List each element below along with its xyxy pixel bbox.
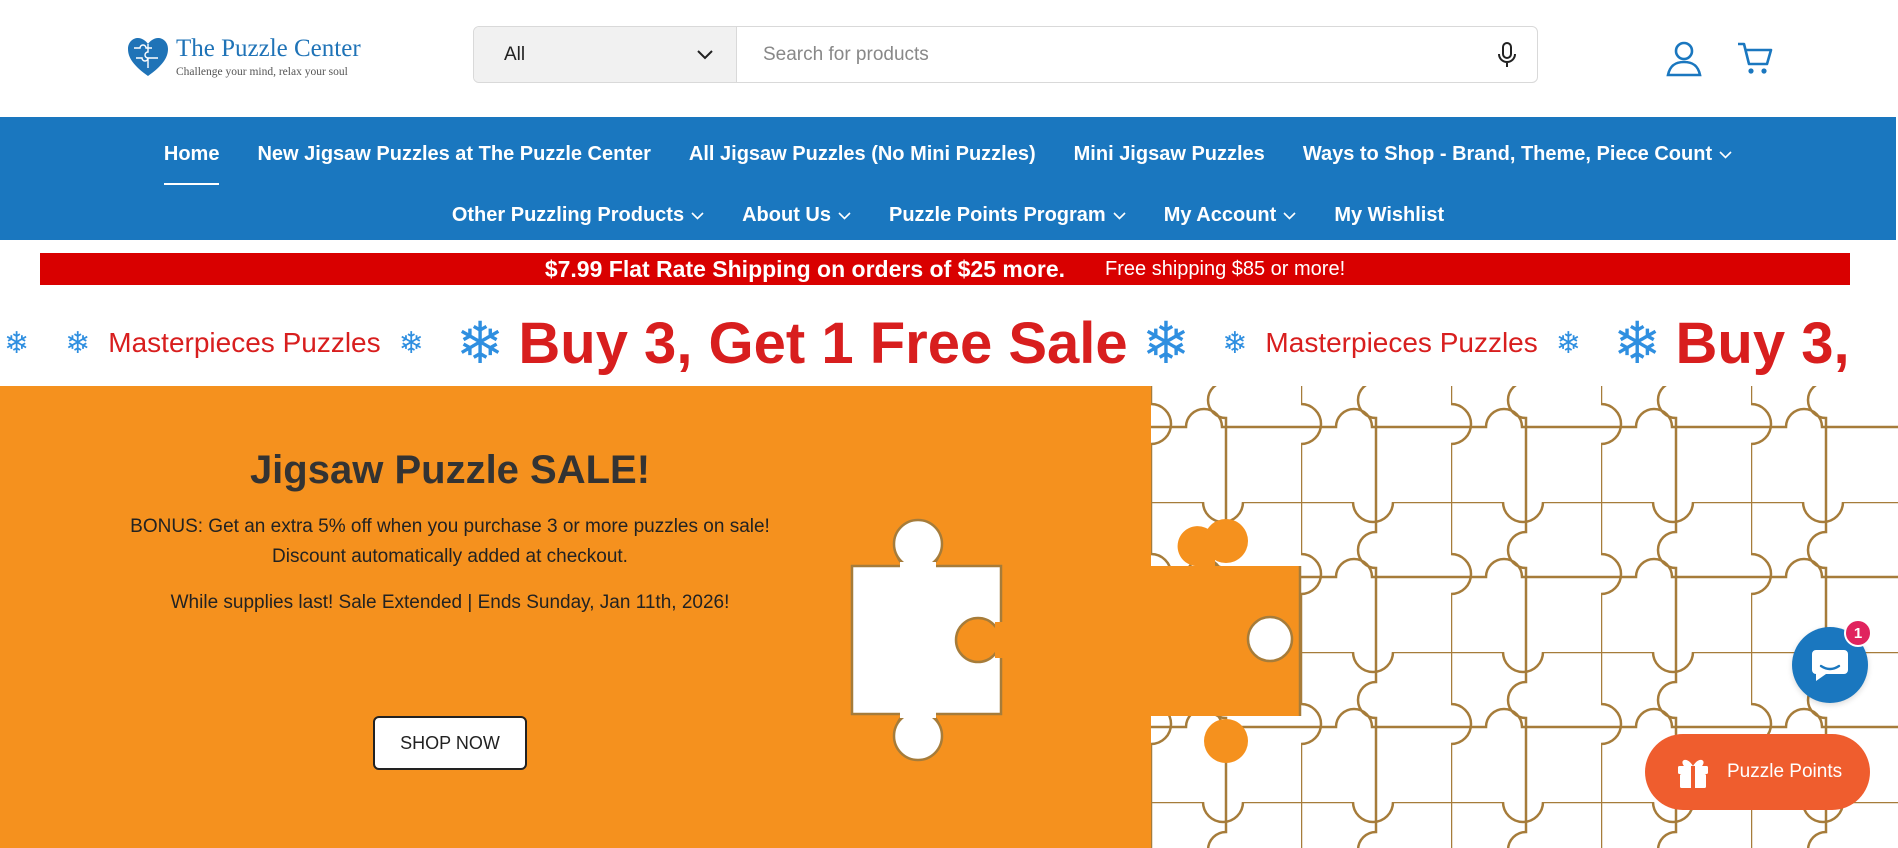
search-category-select[interactable]: All [474,27,737,82]
marquee-sale-text: Buy 3, Get 1 Free Sale [518,310,1128,376]
logo-title: The Puzzle Center [176,35,361,62]
marquee-track: ❄ ❄ Masterpieces Puzzles ❄ ❄ Buy 3, Get … [0,300,1850,386]
snowflake-icon: ❄ [1555,326,1581,360]
snowflake-icon: ❄ [65,326,91,360]
mic-icon[interactable] [1477,27,1537,82]
snowflake-icon: ❄ [455,311,505,376]
nav-item-all-jigsaw-puzzles[interactable]: All Jigsaw Puzzles (No Mini Puzzles) [670,137,1055,171]
snowflake-icon: ❄ [1222,326,1248,360]
search-category-value: All [504,43,526,65]
snowflake-icon: ❄ [1141,311,1191,376]
nav-item-new-jigsaw-puzzles[interactable]: New Jigsaw Puzzles at The Puzzle Center [238,137,669,171]
snowflake-icon: ❄ [1612,311,1662,376]
search-bar: All [473,26,1538,83]
shop-now-button[interactable]: SHOP NOW [373,716,527,770]
promo-marquee: ❄ ❄ Masterpieces Puzzles ❄ ❄ Buy 3, Get … [0,300,1898,386]
hero-banner: Jigsaw Puzzle SALE! BONUS: Get an extra … [0,386,1898,848]
puzzle-heart-logo-icon [128,38,168,76]
snowflake-icon: ❄ [398,326,424,360]
nav-row-1: Home New Jigsaw Puzzles at The Puzzle Ce… [0,137,1896,185]
puzzle-points-button[interactable]: Puzzle Points [1645,734,1870,810]
hero-title: Jigsaw Puzzle SALE! [249,448,651,492]
shipping-secondary-text: Free shipping $85 or more! [1105,257,1346,280]
gift-icon [1678,759,1708,788]
hero-bonus-label: BONUS [130,516,198,537]
logo[interactable]: The Puzzle Center Challenge your mind, r… [126,34,361,80]
chat-bubble-icon [1812,650,1848,681]
chevron-down-icon [1283,211,1296,220]
search-input[interactable] [737,27,1477,82]
chat-notification-badge: 1 [1844,619,1872,647]
site-header: The Puzzle Center Challenge your mind, r… [0,0,1898,117]
logo-tagline: Challenge your mind, relax your soul [176,66,348,78]
hero-bonus-text: BONUS: Get an extra 5% off when you purc… [130,512,770,572]
chevron-down-icon [691,211,704,220]
cart-icon[interactable] [1735,38,1775,78]
nav-item-other-puzzling-products[interactable]: Other Puzzling Products [433,198,723,232]
user-icon[interactable] [1664,38,1704,78]
nav-item-home[interactable]: Home [145,137,239,185]
marquee-masterpieces-text: Masterpieces Puzzles [1265,327,1538,358]
hero-sale-ends-text: While supplies last! Sale Extended | End… [170,592,730,613]
nav-item-about-us[interactable]: About Us [723,198,870,232]
chevron-down-icon [1113,211,1126,220]
hero-bonus-description: : Get an extra 5% off when you purchase … [197,516,770,567]
marquee-sale-text-clipped: Buy 3, [1675,310,1850,376]
nav-item-mini-jigsaw-puzzles[interactable]: Mini Jigsaw Puzzles [1055,137,1284,171]
nav-item-ways-to-shop[interactable]: Ways to Shop - Brand, Theme, Piece Count [1284,137,1751,171]
shipping-banner: $7.99 Flat Rate Shipping on orders of $2… [40,253,1850,285]
nav-row-2: Other Puzzling Products About Us Puzzle … [0,198,1896,232]
nav-item-puzzle-points-program[interactable]: Puzzle Points Program [870,198,1145,232]
nav-item-my-account[interactable]: My Account [1145,198,1316,232]
chevron-down-icon [1719,150,1732,159]
nav-item-my-wishlist[interactable]: My Wishlist [1315,198,1463,232]
shipping-main-text: $7.99 Flat Rate Shipping on orders of $2… [544,255,1066,282]
snowflake-icon: ❄ [4,326,30,360]
puzzle-points-label: Puzzle Points [1727,761,1843,782]
chevron-down-icon [838,211,851,220]
main-navigation: Home New Jigsaw Puzzles at The Puzzle Ce… [0,117,1896,240]
marquee-masterpieces-text: Masterpieces Puzzles [108,327,381,358]
chevron-down-icon [697,49,713,59]
